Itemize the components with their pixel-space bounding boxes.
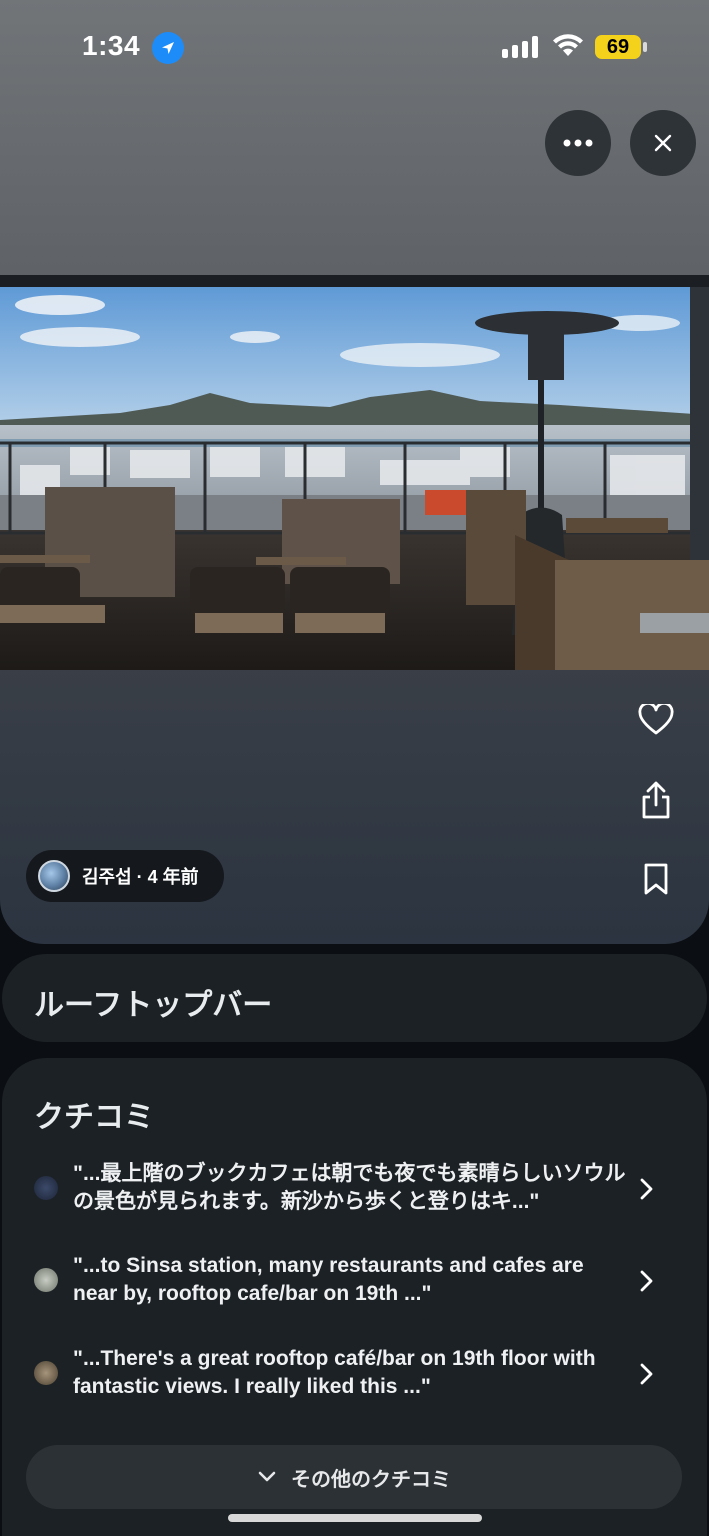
home-indicator[interactable]	[228, 1514, 482, 1522]
reviewer-avatar	[34, 1176, 58, 1200]
share-button[interactable]	[634, 778, 678, 822]
chevron-right-icon	[640, 1363, 653, 1385]
review-text: "...最上階のブックカフェは朝でも夜でも素晴らしいソウルの景色が見られます。新…	[73, 1162, 626, 1213]
status-time: 1:34	[82, 30, 141, 61]
place-photo[interactable]	[0, 275, 709, 670]
reviewer-avatar	[34, 1268, 58, 1292]
reviewer-avatar	[34, 1361, 58, 1385]
chevron-right-icon	[640, 1178, 653, 1200]
review-snippet: "...最上階のブックカフェは朝でも夜でも素晴らしいソウルの景色が見られます。新…	[73, 1160, 628, 1216]
close-icon	[654, 134, 672, 152]
author-chip[interactable]: 김주섭 · 4 年前	[26, 850, 224, 902]
review-item[interactable]: "...There's a great rooftop café/bar on …	[2, 1343, 707, 1413]
review-snippet: "...to Sinsa station, many restaurants a…	[73, 1252, 628, 1308]
battery-nub	[643, 42, 647, 52]
save-button[interactable]	[634, 857, 678, 901]
avatar	[38, 860, 70, 892]
more-reviews-button[interactable]: その他のクチコミ	[26, 1445, 682, 1509]
author-name-time: 김주섭 · 4 年前	[82, 867, 199, 887]
photo-card: 1:34 69 김주섭 · 4 年前	[0, 0, 709, 944]
cellular-signal-icon	[502, 36, 538, 58]
reviews-heading: クチコミ	[34, 1101, 154, 1134]
review-snippet: "...There's a great rooftop café/bar on …	[73, 1345, 628, 1401]
place-title: ルーフトップバー	[34, 989, 273, 1022]
review-text: "...There's a great	[73, 1347, 255, 1370]
wifi-icon	[553, 34, 583, 56]
share-icon	[642, 781, 670, 819]
like-button[interactable]	[634, 698, 678, 742]
review-item[interactable]: "...最上階のブックカフェは朝でも夜でも素晴らしいソウルの景色が見られます。新…	[2, 1158, 707, 1228]
rooftop-photo-image	[0, 275, 709, 670]
bookmark-icon	[644, 863, 668, 895]
close-button[interactable]	[630, 110, 696, 176]
more-options-button[interactable]	[545, 110, 611, 176]
chevron-down-icon	[258, 1471, 276, 1482]
status-bar: 1:34 69	[0, 0, 709, 96]
battery-level: 69	[595, 35, 641, 59]
chevron-right-icon	[640, 1270, 653, 1292]
review-highlight: rooftop café	[254, 1347, 377, 1370]
heart-icon	[638, 704, 674, 735]
review-item[interactable]: "...to Sinsa station, many restaurants a…	[2, 1250, 707, 1320]
review-text-tail: /bar on 19th ..."	[279, 1282, 432, 1305]
ellipsis-icon	[563, 139, 593, 147]
more-reviews-label: その他のクチコミ	[291, 1468, 451, 1491]
place-title-card: ルーフトップバー	[2, 954, 707, 1042]
location-arrow-icon	[152, 32, 184, 64]
review-highlight: rooftop cafe	[157, 1282, 280, 1305]
